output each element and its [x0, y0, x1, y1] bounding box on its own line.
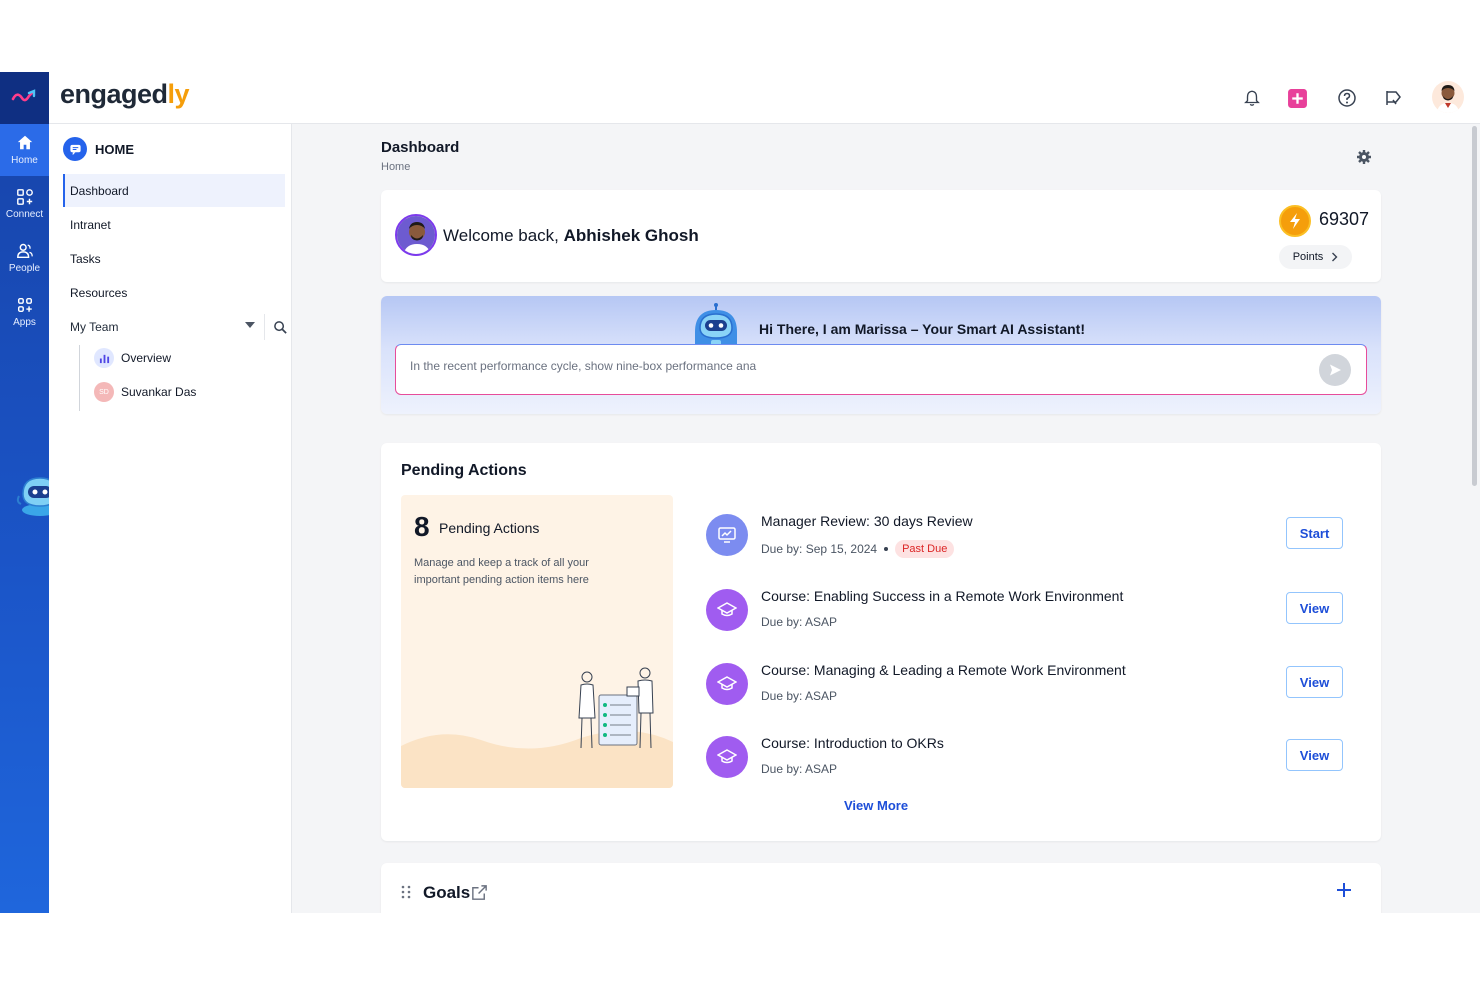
points-value: 69307: [1319, 209, 1370, 229]
graduation-cap-icon: [706, 589, 748, 631]
apps-icon: [17, 297, 32, 313]
action-title[interactable]: Course: Enabling Success in a Remote Wor…: [761, 588, 1123, 604]
pending-count: 8: [414, 511, 430, 542]
sidebar-item-intranet[interactable]: Intranet: [63, 208, 285, 241]
tree-connector: [79, 345, 80, 411]
view-button[interactable]: View: [1286, 666, 1343, 698]
assistant-title: Hi There, I am Marissa – Your Smart AI A…: [759, 321, 1085, 337]
announcement-icon[interactable]: [1382, 86, 1406, 110]
action-title[interactable]: Course: Managing & Leading a Remote Work…: [761, 662, 1126, 678]
send-icon: [1330, 364, 1341, 376]
chevron-down-icon[interactable]: [245, 322, 255, 328]
rail-item-label: Apps: [13, 317, 36, 328]
sidebar-item-resources[interactable]: Resources: [63, 276, 285, 309]
team-item-overview[interactable]: Overview: [94, 345, 171, 371]
sidebar-section-home: HOME: [63, 137, 134, 161]
people-icon: [16, 243, 33, 259]
ai-assistant-panel: Hi There, I am Marissa – Your Smart AI A…: [381, 296, 1381, 414]
welcome-card: Welcome back, Abhishek Ghosh 69307 Point…: [381, 190, 1381, 282]
goals-card: Goals: [381, 863, 1381, 913]
team-item-member[interactable]: SD Suvankar Das: [94, 379, 196, 405]
lightning-icon: [1279, 205, 1311, 237]
pending-action-item: Course: Introduction to OKRs Due by: ASA…: [706, 731, 1346, 787]
view-button[interactable]: View: [1286, 739, 1343, 771]
points-button[interactable]: Points: [1279, 245, 1352, 269]
engagedly-logo-icon[interactable]: [0, 72, 49, 124]
page-title: Dashboard: [381, 139, 460, 156]
pending-actions-title: Pending Actions: [401, 462, 527, 479]
pending-count-label: Pending Actions: [439, 520, 540, 536]
bar-chart-icon: [94, 348, 114, 368]
graduation-cap-icon: [706, 736, 748, 778]
action-title[interactable]: Manager Review: 30 days Review: [761, 513, 973, 529]
pending-action-item: Course: Managing & Leading a Remote Work…: [706, 658, 1346, 714]
welcome-message: Welcome back, Abhishek Ghosh: [443, 226, 699, 245]
pending-description: Manage and keep a track of all your impo…: [414, 557, 589, 586]
assistant-prompt-field[interactable]: [395, 344, 1367, 395]
send-button[interactable]: [1319, 354, 1351, 386]
sidebar-item-dashboard[interactable]: Dashboard: [63, 174, 285, 207]
rail-item-apps[interactable]: Apps: [0, 286, 49, 338]
breadcrumb[interactable]: Home: [381, 161, 410, 173]
assistant-bot-icon: [695, 303, 737, 348]
view-more-link[interactable]: View More: [844, 798, 908, 813]
sidebar: HOME Dashboard Intranet Tasks Resources …: [49, 124, 292, 913]
action-due: Due by: ASAP: [761, 762, 838, 776]
rail-item-people[interactable]: People: [0, 232, 49, 284]
pending-summary-box: 8 Pending Actions Manage and keep a trac…: [401, 495, 673, 788]
rail-item-connect[interactable]: Connect: [0, 178, 49, 230]
rail-item-label: Home: [11, 155, 38, 166]
action-due: Due by: Sep 15, 2024 Past Due: [761, 540, 955, 558]
rail-item-label: Connect: [5, 209, 44, 220]
view-button[interactable]: View: [1286, 592, 1343, 624]
user-avatar[interactable]: [1432, 81, 1464, 113]
user-name: Abhishek Ghosh: [563, 226, 699, 245]
team-search-button[interactable]: [264, 314, 288, 340]
graduation-cap-icon: [706, 663, 748, 705]
left-rail: Home Connect People Apps: [0, 72, 64, 913]
home-chat-icon: [63, 137, 87, 161]
action-title[interactable]: Course: Introduction to OKRs: [761, 735, 944, 751]
member-initials-avatar: SD: [94, 382, 114, 402]
add-goal-icon[interactable]: [1336, 882, 1352, 898]
rail-item-home[interactable]: Home: [0, 124, 49, 176]
search-icon: [274, 320, 287, 334]
checklist-illustration: [578, 667, 654, 749]
bell-icon[interactable]: [1240, 86, 1264, 110]
goals-title: Goals: [423, 883, 471, 902]
app-window: Home Connect People Apps engagedly HOME …: [0, 72, 1480, 913]
review-icon: [706, 514, 748, 556]
sidebar-item-my-team[interactable]: My Team: [63, 310, 288, 343]
rail-item-label: People: [8, 263, 41, 274]
sidebar-section-title: HOME: [95, 141, 134, 157]
action-due: Due by: ASAP: [761, 689, 838, 703]
add-icon[interactable]: [1285, 86, 1309, 110]
help-icon[interactable]: [1335, 86, 1359, 110]
pending-action-item: Course: Enabling Success in a Remote Wor…: [706, 584, 1346, 640]
pending-actions-card: Pending Actions 8 Pending Actions Manage…: [381, 443, 1381, 841]
connect-icon: [16, 189, 33, 205]
brand-logo[interactable]: engagedly: [60, 79, 190, 110]
page-scrollbar[interactable]: [1472, 126, 1477, 486]
home-icon: [17, 135, 32, 150]
top-header: engagedly: [49, 72, 1480, 124]
gear-icon[interactable]: [1356, 149, 1372, 165]
drag-handle-icon[interactable]: [401, 885, 411, 899]
sidebar-item-tasks[interactable]: Tasks: [63, 242, 285, 275]
past-due-badge: Past Due: [895, 540, 955, 558]
start-button[interactable]: Start: [1286, 517, 1343, 549]
pending-action-item: Manager Review: 30 days Review Due by: S…: [706, 509, 1346, 565]
external-link-icon[interactable]: [470, 883, 489, 902]
chevron-right-icon: [1332, 252, 1338, 262]
assistant-prompt-input[interactable]: [410, 359, 1290, 373]
action-due: Due by: ASAP: [761, 615, 838, 629]
welcome-avatar: [395, 214, 437, 256]
